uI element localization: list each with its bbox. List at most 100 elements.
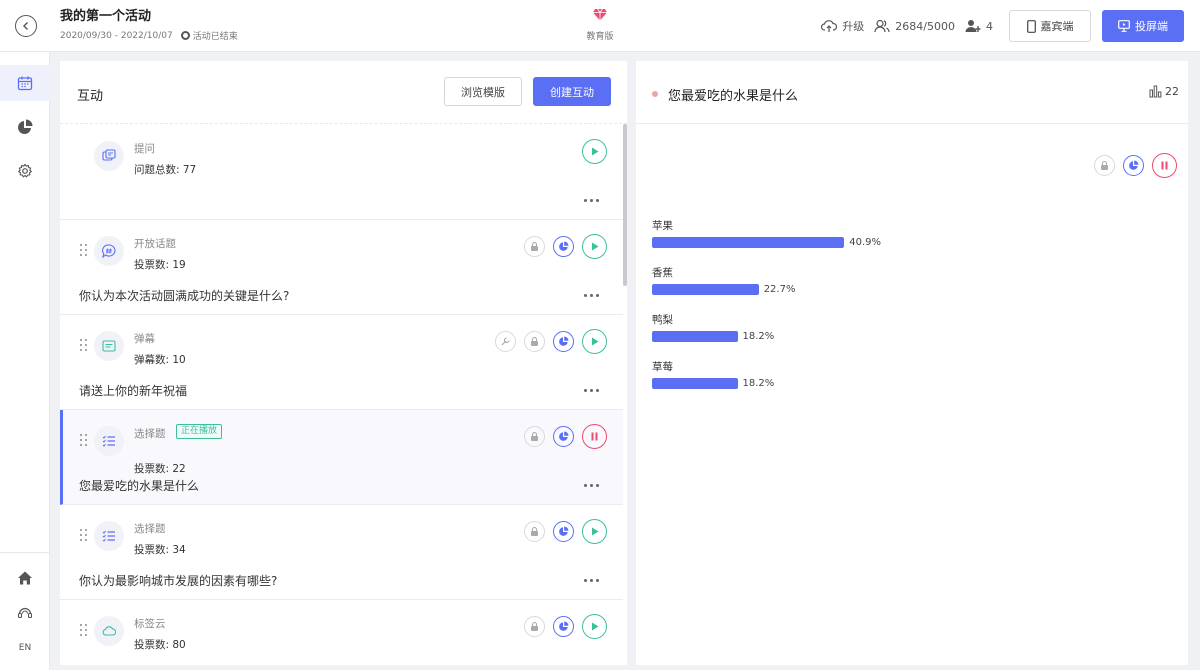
pie-chart-icon xyxy=(559,241,569,251)
card-type: 选择题 xyxy=(134,523,166,535)
drag-handle-icon[interactable] xyxy=(80,434,88,448)
nav-calendar[interactable] xyxy=(0,65,50,101)
pause-button[interactable] xyxy=(582,424,607,449)
result-label: 鸭梨 xyxy=(652,314,673,326)
browse-templates-button[interactable]: 浏览模版 xyxy=(444,77,522,106)
pie-chart-icon xyxy=(559,621,569,631)
detail-title: 您最爱吃的水果是什么 xyxy=(668,89,799,104)
support-icon xyxy=(17,607,33,619)
card-type: 提问 xyxy=(134,143,155,155)
play-button[interactable] xyxy=(582,329,607,354)
drag-handle-icon[interactable] xyxy=(80,339,88,353)
screen-button[interactable]: 投屏端 xyxy=(1102,10,1184,42)
choice-icon xyxy=(94,521,124,551)
play-button[interactable] xyxy=(582,614,607,639)
more-icon[interactable] xyxy=(584,389,599,392)
play-icon xyxy=(592,147,599,156)
drag-handle-icon[interactable] xyxy=(80,529,88,543)
pie-chart-icon xyxy=(559,431,569,441)
interaction-card[interactable]: 弹幕 弹幕数: 10 请送上你的新年祝福 xyxy=(60,315,623,410)
activity-date-range: 2020/09/30 - 2022/10/07 xyxy=(60,30,173,41)
guest-button[interactable]: 嘉宾端 xyxy=(1009,10,1091,42)
panel-header: 互动 浏览模版 创建互动 xyxy=(60,61,627,124)
card-count: 投票数: 22 xyxy=(134,463,186,475)
pause-icon xyxy=(1161,161,1168,170)
pause-icon xyxy=(591,432,598,441)
qa-icon xyxy=(94,141,124,171)
diamond-icon xyxy=(593,8,607,21)
nav-home[interactable] xyxy=(0,560,50,596)
danmaku-icon xyxy=(94,331,124,361)
result-bar xyxy=(652,378,738,389)
result-percent: 18.2% xyxy=(742,378,775,389)
lock-button[interactable] xyxy=(524,331,545,352)
card-count: 问题总数: 77 xyxy=(134,164,197,176)
more-icon[interactable] xyxy=(584,579,599,582)
lock-button[interactable] xyxy=(524,521,545,542)
nav-stats[interactable] xyxy=(0,109,50,145)
result-percent: 22.7% xyxy=(763,284,796,295)
admin-icon xyxy=(965,20,981,32)
pause-button[interactable] xyxy=(1152,153,1177,178)
status-icon xyxy=(180,31,190,40)
scrollbar[interactable] xyxy=(623,124,627,286)
card-question: 请送上你的新年祝福 xyxy=(79,384,188,398)
lock-icon xyxy=(531,336,538,346)
drag-handle-icon[interactable] xyxy=(80,624,88,638)
interaction-card[interactable]: 选择题 投票数: 34 你认为最影响城市发展的因素有哪些? xyxy=(60,505,623,600)
card-count: 投票数: 19 xyxy=(134,259,186,271)
drag-handle-icon[interactable] xyxy=(80,244,88,258)
choice-icon xyxy=(94,426,124,456)
lock-icon xyxy=(531,431,538,441)
admins-count: 4 xyxy=(965,19,993,33)
result-label: 草莓 xyxy=(652,361,673,373)
more-icon[interactable] xyxy=(584,199,599,202)
chart-button[interactable] xyxy=(1123,155,1144,176)
lock-button[interactable] xyxy=(524,236,545,257)
card-count: 投票数: 80 xyxy=(134,639,186,651)
play-button[interactable] xyxy=(582,519,607,544)
cloud-icon xyxy=(94,616,124,646)
edit-button[interactable] xyxy=(495,331,516,352)
interaction-list-panel: 互动 浏览模版 创建互动 提问 问题总数: 77 开放话题 投票数: 19 你认… xyxy=(60,61,627,665)
activity-info: 我的第一个活动 2020/09/30 - 2022/10/07 活动已结束 xyxy=(60,8,238,42)
result-percent: 18.2% xyxy=(742,331,775,342)
settings-icon xyxy=(17,163,33,178)
chart-button[interactable] xyxy=(553,426,574,447)
lock-button[interactable] xyxy=(1094,155,1115,176)
back-icon[interactable] xyxy=(15,15,37,37)
more-icon[interactable] xyxy=(584,294,599,297)
card-type: 标签云 xyxy=(134,618,166,630)
chart-button[interactable] xyxy=(553,236,574,257)
play-icon xyxy=(592,337,599,346)
nav-support[interactable] xyxy=(0,595,50,631)
nav-settings[interactable] xyxy=(0,153,50,189)
upgrade-link[interactable]: 升级 xyxy=(821,18,864,34)
nav-language[interactable]: EN xyxy=(0,630,50,666)
play-button[interactable] xyxy=(582,234,607,259)
interaction-card[interactable]: 提问 问题总数: 77 xyxy=(60,125,623,220)
phone-icon xyxy=(1026,19,1036,33)
play-button[interactable] xyxy=(582,139,607,164)
lock-button[interactable] xyxy=(524,426,545,447)
card-question: 你认为本次活动圆满成功的关键是什么? xyxy=(79,289,290,303)
interaction-card[interactable]: 标签云 投票数: 80 xyxy=(60,600,623,665)
chart-button[interactable] xyxy=(553,521,574,542)
monitor-icon xyxy=(1118,20,1130,32)
interaction-card[interactable]: 开放话题 投票数: 19 你认为本次活动圆满成功的关键是什么? xyxy=(60,220,623,315)
result-bar xyxy=(652,237,845,248)
chart-button[interactable] xyxy=(553,331,574,352)
pie-chart-icon xyxy=(18,119,33,134)
lock-button[interactable] xyxy=(524,616,545,637)
edition-badge: 教育版 xyxy=(578,8,622,43)
result-detail-panel: 您最爱吃的水果是什么 22 苹果 40.9% 香蕉 22.7% 鸭梨 18.2%… xyxy=(636,61,1188,665)
left-nav: EN xyxy=(0,52,50,670)
chart-button[interactable] xyxy=(553,616,574,637)
more-icon[interactable] xyxy=(584,484,599,487)
play-icon xyxy=(592,622,599,631)
results-list: 苹果 40.9% 香蕉 22.7% 鸭梨 18.2% 草莓 18.2% xyxy=(652,219,1172,407)
result-percent: 40.9% xyxy=(849,237,881,248)
interaction-card-active[interactable]: 选择题 正在播放 投票数: 22 您最爱吃的水果是什么 xyxy=(60,410,623,505)
result-bar xyxy=(652,284,759,295)
create-interaction-button[interactable]: 创建互动 xyxy=(533,77,611,106)
